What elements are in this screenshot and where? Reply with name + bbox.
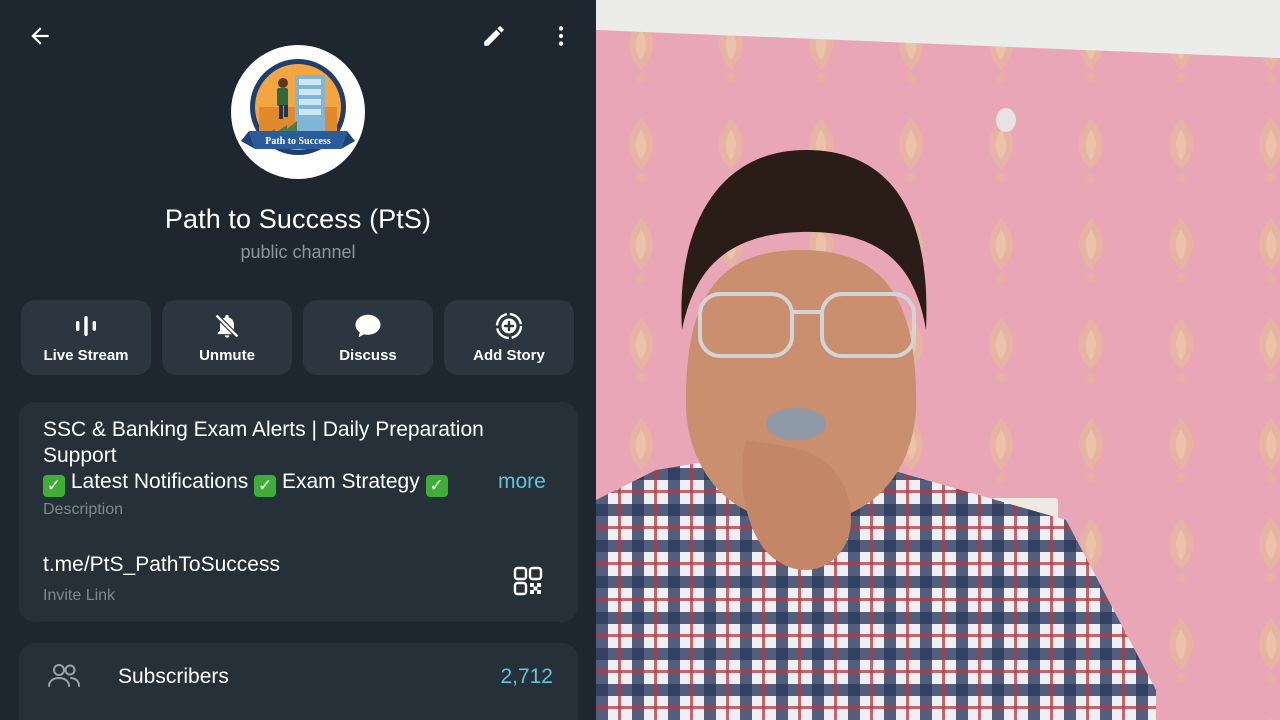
qr-code-icon <box>513 566 543 596</box>
bell-off-icon <box>214 313 240 339</box>
back-button[interactable] <box>18 14 62 58</box>
channel-title: Path to Success (PtS) <box>164 204 432 234</box>
people-icon-wrap <box>46 661 82 696</box>
info-card: SSC & Banking Exam Alerts | Daily Prepar… <box>19 402 578 622</box>
unmute-label: Unmute <box>199 347 255 364</box>
description-item-2: Exam Strategy <box>281 470 420 493</box>
pencil-icon <box>484 26 504 46</box>
add-story-label: Add Story <box>473 347 545 364</box>
arrow-left-icon <box>31 27 49 45</box>
channel-type: public channel <box>240 242 356 262</box>
description-line-3: ✓ Latest Notifications ✓ Exam Strategy ✓ <box>43 470 448 497</box>
logo-text: Path to Success <box>265 136 331 147</box>
add-story-icon <box>495 312 523 340</box>
channel-avatar[interactable]: Path to Success <box>231 45 365 179</box>
discuss-button[interactable]: Discuss <box>303 300 433 375</box>
channel-logo: Path to Success <box>240 54 356 170</box>
presenter-video <box>596 0 1280 720</box>
live-stream-icon <box>76 316 96 336</box>
invite-link-label: Invite Link <box>43 587 116 604</box>
discuss-label: Discuss <box>339 347 397 364</box>
more-link[interactable]: more <box>498 470 546 494</box>
description-line-1: SSC & Banking Exam Alerts | Daily Prepar… <box>43 418 484 441</box>
qr-code-button[interactable] <box>507 560 549 602</box>
description-line-2: Support <box>43 444 117 467</box>
check-mark-icon: ✓ <box>254 475 277 497</box>
edit-button[interactable] <box>472 14 516 58</box>
unmute-button[interactable]: Unmute <box>162 300 292 375</box>
description-label: Description <box>43 501 124 518</box>
check-mark-icon: ✓ <box>425 475 448 497</box>
subscribers-count: 2,712 <box>500 665 553 688</box>
subscribers-row[interactable]: Subscribers 2,712 <box>19 643 578 720</box>
subscribers-label: Subscribers <box>118 665 229 688</box>
channel-info-panel: Path to Success Path to Success (PtS) pu… <box>0 0 596 720</box>
add-story-button[interactable]: Add Story <box>444 300 574 375</box>
invite-link[interactable]: t.me/PtS_PathToSuccess <box>43 553 280 577</box>
presenter-video-frame <box>596 0 1280 720</box>
live-stream-label: Live Stream <box>43 347 129 364</box>
chat-bubble-icon <box>355 314 381 338</box>
check-mark-icon: ✓ <box>43 475 65 497</box>
more-vertical-icon <box>558 26 564 46</box>
people-icon <box>48 664 80 687</box>
live-stream-button[interactable]: Live Stream <box>21 300 151 375</box>
description-item-1: Latest Notifications <box>70 470 249 493</box>
more-menu-button[interactable] <box>539 14 583 58</box>
